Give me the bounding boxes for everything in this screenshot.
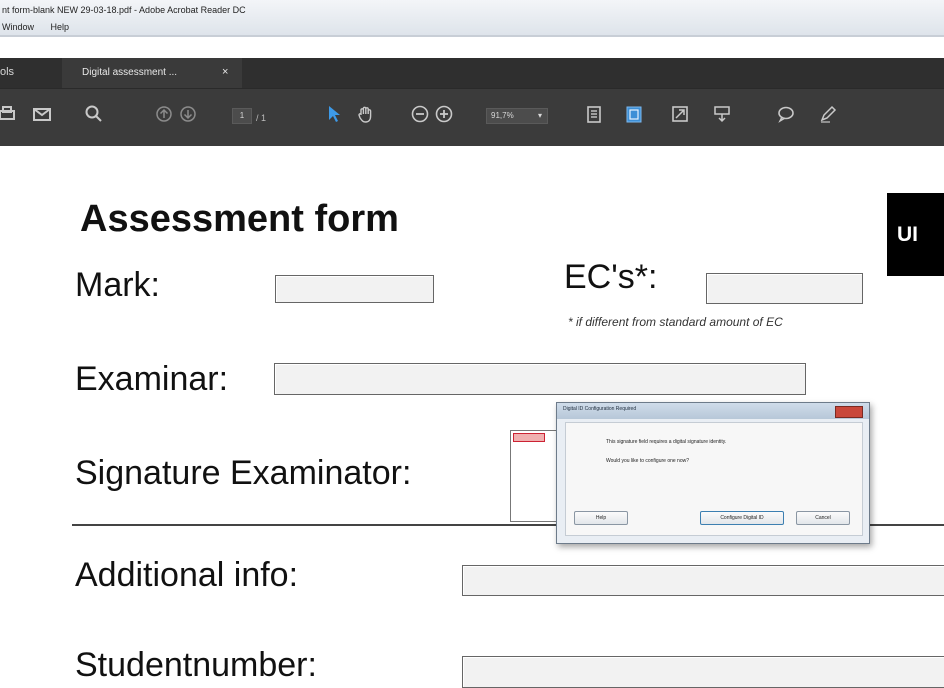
hand-tool-icon[interactable] <box>356 104 376 124</box>
zoom-out-icon[interactable] <box>410 104 430 124</box>
menu-window[interactable]: Window <box>2 22 34 32</box>
mark-field[interactable] <box>275 275 434 303</box>
examinar-label: Examinar: <box>75 360 229 398</box>
tab-tools[interactable]: ols <box>0 66 14 78</box>
zoom-in-icon[interactable] <box>434 104 454 124</box>
scroll-mode-icon[interactable] <box>624 104 644 124</box>
tab-document[interactable]: Digital assessment ... × <box>62 58 242 88</box>
menu-divider <box>0 35 944 37</box>
studentnumber-field[interactable] <box>462 656 944 688</box>
mark-label: Mark: <box>75 266 160 304</box>
configure-digital-id-button[interactable]: Configure Digital ID <box>700 511 784 525</box>
dialog-title-bar: Digital ID Configuration Required <box>557 403 869 419</box>
menu-help[interactable]: Help <box>51 22 70 32</box>
select-tool-icon[interactable] <box>326 104 342 124</box>
page-down-icon[interactable] <box>178 104 198 124</box>
read-mode-icon[interactable] <box>712 104 732 124</box>
dialog-title: Digital ID Configuration Required <box>563 406 637 412</box>
examinar-field[interactable] <box>274 363 806 395</box>
toolbar: 1 / 1 91,7% ▾ <box>0 88 944 147</box>
full-screen-icon[interactable] <box>670 104 690 124</box>
chevron-down-icon: ▾ <box>537 111 542 120</box>
ecs-footnote: * if different from standard amount of E… <box>568 315 783 329</box>
signature-field[interactable] <box>510 430 560 522</box>
zoom-dropdown[interactable]: 91,7% ▾ <box>486 108 548 124</box>
page-up-icon[interactable] <box>154 104 174 124</box>
additional-info-field[interactable] <box>462 565 944 596</box>
menu-bar: Window Help <box>2 22 83 32</box>
close-icon[interactable] <box>835 406 863 418</box>
zoom-value: 91,7% <box>491 111 514 120</box>
ecs-label: EC's*: <box>564 258 658 296</box>
signature-label: Signature Examinator: <box>75 454 412 492</box>
email-icon[interactable] <box>32 104 52 124</box>
comment-icon[interactable] <box>776 104 796 124</box>
page-number-input[interactable]: 1 <box>232 108 252 124</box>
window-title: nt form-blank NEW 29-03-18.pdf - Adobe A… <box>2 5 246 15</box>
digital-id-dialog: Digital ID Configuration Required This s… <box>556 402 870 544</box>
dialog-message-2: Would you like to configure one now? <box>606 458 690 464</box>
page-total: / 1 <box>256 113 267 123</box>
title-bar: nt form-blank NEW 29-03-18.pdf - Adobe A… <box>0 0 944 37</box>
fit-page-icon[interactable] <box>584 104 604 124</box>
highlight-pen-icon[interactable] <box>818 104 838 124</box>
cancel-button[interactable]: Cancel <box>796 511 850 525</box>
tab-close-icon[interactable]: × <box>222 66 228 78</box>
signature-field-marker <box>513 433 545 442</box>
tab-document-label: Digital assessment ... <box>82 67 178 78</box>
university-logo: UI <box>887 193 944 276</box>
ecs-field[interactable] <box>706 273 863 304</box>
tab-bar: ols Digital assessment ... × <box>0 58 944 88</box>
dialog-body: This signature field requires a digital … <box>565 422 863 536</box>
print-icon[interactable] <box>0 104 18 124</box>
help-button[interactable]: Help <box>574 511 628 525</box>
additional-info-label: Additional info: <box>75 556 299 594</box>
dialog-message-1: This signature field requires a digital … <box>606 439 727 445</box>
search-icon[interactable] <box>84 104 104 124</box>
studentnumber-label: Studentnumber: <box>75 646 317 684</box>
logo-text: UI <box>897 223 918 246</box>
page-title: Assessment form <box>80 198 399 240</box>
